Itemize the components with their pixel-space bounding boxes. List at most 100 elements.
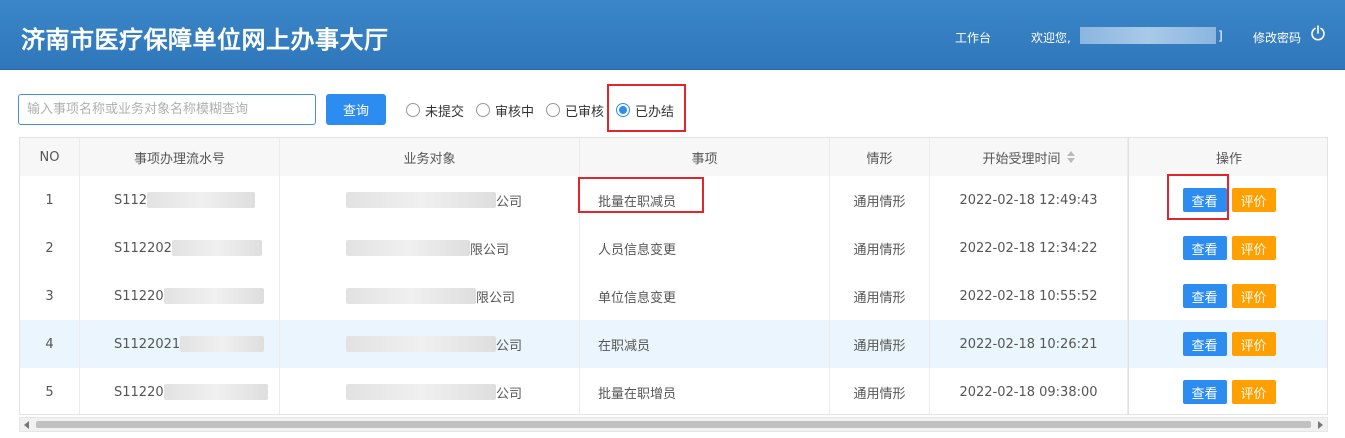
radio-dot xyxy=(546,103,560,117)
redacted-mask xyxy=(346,288,476,304)
radio-dot xyxy=(406,103,420,117)
table-row: 2 S112202 限公司 人员信息变更 通用情形 2022-02-18 12:… xyxy=(20,224,1327,273)
col-header-time[interactable]: 开始受理时间 xyxy=(930,138,1128,176)
cell-object: 公司 xyxy=(280,320,580,368)
object-text: 公司 xyxy=(496,338,523,354)
scroll-right-arrow-icon[interactable] xyxy=(1318,421,1323,429)
welcome-text: 欢迎您, xyxy=(1031,31,1071,45)
username-suffix: ] xyxy=(1218,29,1223,43)
col-header-case: 情形 xyxy=(830,138,930,176)
site-title: 济南市医疗保障单位网上办事大厅 xyxy=(21,26,389,54)
serial-text: S112202 xyxy=(114,240,172,256)
col-header-object: 业务对象 xyxy=(280,138,580,176)
col-header-actions: 操作 xyxy=(1128,138,1327,176)
cell-no: 3 xyxy=(20,272,80,320)
scrollbar-thumb[interactable] xyxy=(36,421,1311,428)
table-header: NO 事项办理流水号 业务对象 事项 情形 开始受理时间 操作 xyxy=(20,138,1327,177)
records-table: NO 事项办理流水号 业务对象 事项 情形 开始受理时间 操作 1 S112 公… xyxy=(19,137,1328,415)
rate-button[interactable]: 评价 xyxy=(1231,332,1276,356)
logout-power-icon[interactable] xyxy=(1310,25,1326,41)
table-row: 3 S11220 限公司 单位信息变更 通用情形 2022-02-18 10:5… xyxy=(20,272,1327,321)
view-button[interactable]: 查看 xyxy=(1182,284,1227,308)
cell-item: 批量在职减员 xyxy=(580,176,830,224)
cell-item: 在职减员 xyxy=(580,320,830,368)
serial-text: S11220 xyxy=(114,288,164,304)
cell-time: 2022-02-18 10:55:52 xyxy=(930,272,1128,320)
scroll-left-arrow-icon[interactable] xyxy=(24,421,29,429)
cell-item: 人员信息变更 xyxy=(580,224,830,272)
filter-unsubmitted-radio[interactable]: 未提交 xyxy=(406,101,465,120)
rate-button[interactable]: 评价 xyxy=(1231,380,1276,404)
radio-dot xyxy=(616,103,630,117)
cell-item: 单位信息变更 xyxy=(580,272,830,320)
cell-item: 批量在职增员 xyxy=(580,368,830,414)
cell-case: 通用情形 xyxy=(830,320,930,368)
col-header-item: 事项 xyxy=(580,138,830,176)
radio-label: 已审核 xyxy=(565,104,605,120)
cell-serial: S112202 xyxy=(80,224,280,272)
cell-actions: 查看 评价 xyxy=(1128,224,1327,272)
redacted-mask xyxy=(171,240,262,256)
redacted-mask xyxy=(180,336,265,352)
view-button[interactable]: 查看 xyxy=(1182,236,1227,260)
filter-reviewing-radio[interactable]: 审核中 xyxy=(476,101,535,120)
redacted-mask xyxy=(346,240,470,256)
radio-label: 未提交 xyxy=(425,104,465,120)
filter-completed-radio[interactable]: 已办结 xyxy=(616,101,675,120)
cell-actions: 查看 评价 xyxy=(1128,320,1327,368)
cell-actions: 查看 评价 xyxy=(1128,272,1327,320)
cell-time: 2022-02-18 10:26:21 xyxy=(930,320,1128,368)
cell-time: 2022-02-18 12:34:22 xyxy=(930,224,1128,272)
cell-no: 4 xyxy=(20,320,80,368)
change-password-link[interactable]: 修改密码 xyxy=(1253,29,1301,46)
view-button[interactable]: 查看 xyxy=(1182,380,1227,404)
redacted-mask xyxy=(346,192,496,208)
redacted-mask xyxy=(346,336,496,352)
cell-serial: S11220 xyxy=(80,368,280,414)
redacted-mask xyxy=(147,192,256,208)
object-text: 公司 xyxy=(496,194,523,210)
filter-reviewed-radio[interactable]: 已审核 xyxy=(546,101,605,120)
cell-serial: S1122021 xyxy=(80,320,280,368)
cell-no: 1 xyxy=(20,176,80,224)
radio-dot xyxy=(476,103,490,117)
workbench-link[interactable]: 工作台 xyxy=(955,29,991,46)
view-button[interactable]: 查看 xyxy=(1182,332,1227,356)
radio-label: 审核中 xyxy=(495,104,535,120)
table-row: 4 S1122021 公司 在职减员 通用情形 2022-02-18 10:26… xyxy=(20,320,1327,369)
cell-serial: S112 xyxy=(80,176,280,224)
search-button[interactable]: 查询 xyxy=(326,94,386,125)
table-row: 5 S11220 公司 批量在职增员 通用情形 2022-02-18 09:38… xyxy=(20,368,1327,414)
horizontal-scrollbar[interactable] xyxy=(19,417,1328,432)
rate-button[interactable]: 评价 xyxy=(1231,236,1276,260)
col-header-no: NO xyxy=(20,138,80,176)
radio-label: 已办结 xyxy=(635,104,675,120)
serial-text: S112 xyxy=(114,192,148,208)
cell-actions: 查看 评价 xyxy=(1128,368,1327,414)
username-redacted xyxy=(1080,27,1216,44)
cell-no: 2 xyxy=(20,224,80,272)
object-text: 限公司 xyxy=(470,242,510,258)
search-input[interactable] xyxy=(18,94,316,125)
cell-object: 公司 xyxy=(280,176,580,224)
sort-icon[interactable] xyxy=(1066,151,1075,163)
col-header-time-label: 开始受理时间 xyxy=(982,151,1061,167)
object-text: 公司 xyxy=(496,386,523,402)
cell-serial: S11220 xyxy=(80,272,280,320)
view-button[interactable]: 查看 xyxy=(1182,188,1227,212)
table-row: 1 S112 公司 批量在职减员 通用情形 2022-02-18 12:49:4… xyxy=(20,176,1327,225)
cell-object: 限公司 xyxy=(280,272,580,320)
rate-button[interactable]: 评价 xyxy=(1231,284,1276,308)
object-text: 限公司 xyxy=(476,290,516,306)
redacted-mask xyxy=(163,384,268,400)
cell-time: 2022-02-18 09:38:00 xyxy=(930,368,1128,414)
cell-case: 通用情形 xyxy=(830,176,930,224)
rate-button[interactable]: 评价 xyxy=(1231,188,1276,212)
col-header-serial: 事项办理流水号 xyxy=(80,138,280,176)
cell-actions: 查看 评价 xyxy=(1128,176,1327,224)
cell-object: 公司 xyxy=(280,368,580,414)
serial-text: S1122021 xyxy=(114,336,181,352)
cell-no: 5 xyxy=(20,368,80,414)
redacted-mask xyxy=(163,288,264,304)
cell-case: 通用情形 xyxy=(830,368,930,414)
